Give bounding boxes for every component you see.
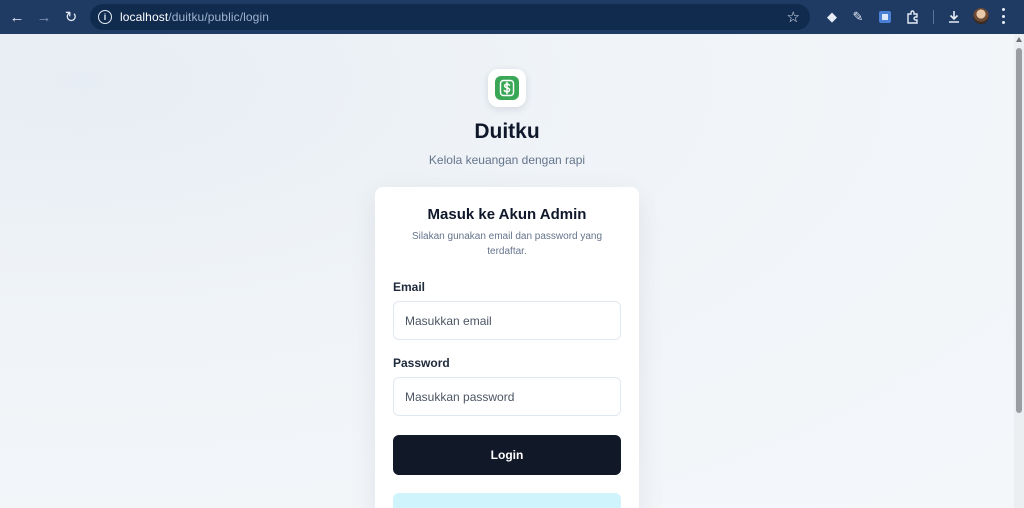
app-title: Duitku — [474, 120, 540, 143]
url-host: localhost — [120, 10, 169, 24]
info-alert — [393, 493, 621, 508]
scrollbar-thumb[interactable] — [1016, 48, 1022, 413]
dollar-glyph-icon — [499, 79, 515, 97]
reload-icon[interactable]: ↻ — [60, 6, 82, 28]
browser-toolbar: ← → ↻ i localhost/duitku/public/login ☆ … — [0, 0, 1024, 34]
site-info-icon[interactable]: i — [98, 10, 112, 24]
forward-arrow-icon[interactable]: → — [33, 6, 55, 28]
puzzle-glyph-icon — [907, 10, 918, 24]
address-url[interactable]: localhost/duitku/public/login — [120, 10, 269, 24]
translate-glyph-icon — [879, 11, 891, 23]
extensions-puzzle-icon[interactable] — [903, 7, 923, 27]
password-label: Password — [393, 356, 450, 370]
password-field[interactable] — [394, 378, 620, 415]
extension-translate-icon[interactable] — [875, 7, 895, 27]
login-card: Masuk ke Akun Admin Silakan gunakan emai… — [375, 187, 639, 508]
page-viewport: Duitku Kelola keuangan dengan rapi Masuk… — [0, 34, 1014, 508]
download-icon[interactable] — [944, 7, 964, 27]
page-scrollbar[interactable] — [1014, 34, 1024, 508]
extension-puzzle-badge-icon[interactable]: ◆ — [822, 7, 842, 27]
email-field[interactable] — [394, 302, 620, 339]
download-glyph-icon — [949, 11, 959, 23]
app-tagline: Kelola keuangan dengan rapi — [428, 153, 586, 167]
profile-avatar[interactable] — [973, 8, 989, 24]
login-button[interactable]: Login — [393, 435, 621, 475]
eyedropper-icon[interactable]: ✎ — [848, 7, 868, 27]
email-field-wrapper — [393, 301, 621, 340]
url-path: /duitku/public/login — [168, 10, 269, 24]
app-logo — [488, 69, 526, 107]
scroll-up-arrow-icon[interactable] — [1016, 37, 1022, 42]
bookmark-star-icon[interactable]: ☆ — [787, 8, 800, 26]
login-subtitle: Silakan gunakan email dan password yang … — [411, 231, 603, 257]
browser-menu-icon[interactable] — [1002, 8, 1006, 24]
back-arrow-icon[interactable]: ← — [6, 6, 28, 28]
login-title: Masuk ke Akun Admin — [427, 206, 587, 223]
password-field-wrapper — [393, 377, 621, 416]
toolbar-divider — [933, 10, 934, 24]
address-bar[interactable]: i localhost/duitku/public/login ☆ — [90, 4, 810, 30]
email-label: Email — [393, 280, 426, 294]
dollar-sign-icon — [495, 76, 519, 100]
